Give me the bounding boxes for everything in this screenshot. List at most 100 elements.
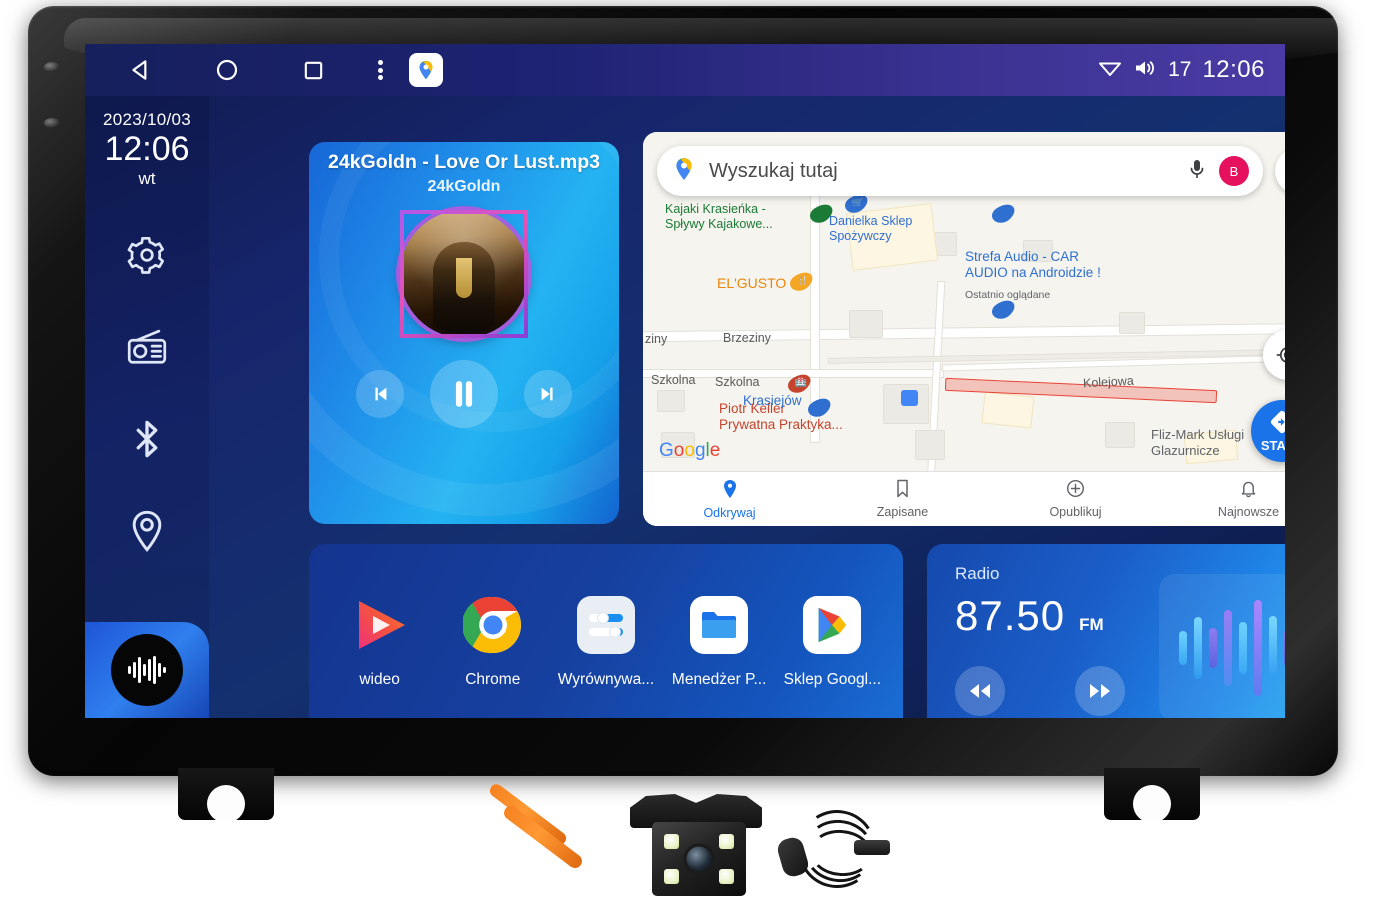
video-play-icon (348, 593, 412, 657)
album-art-chain (456, 258, 472, 298)
map-street-label: ziny (645, 332, 668, 346)
media-artist: 24kGoldn (427, 178, 501, 195)
bezel-detail (44, 118, 60, 128)
app-shortcut-play-store[interactable]: Sklep Googl... (780, 593, 884, 689)
maps-card[interactable]: 🛒 🍴 🏥 Kajaki Krasieńka - Spływy Kajakowe… (643, 132, 1285, 526)
map-building (657, 390, 685, 412)
map-building (849, 310, 883, 338)
map-poi-label: Krasiejów (743, 393, 802, 408)
left-sidebar: 2023/10/03 12:06 wt (85, 96, 209, 718)
radio-frequency: 87.50 (955, 592, 1066, 639)
bookmark-icon (895, 479, 910, 501)
app-shortcut-chrome[interactable]: Chrome (441, 593, 545, 689)
music-waveform-icon[interactable] (111, 634, 183, 706)
sidebar-date: 2023/10/03 (102, 110, 192, 129)
camera-body (652, 822, 746, 896)
map-building (915, 430, 945, 460)
map-nav-zapisane[interactable]: Zapisane (816, 479, 989, 519)
plus-circle-icon (1066, 479, 1085, 501)
skip-previous-icon[interactable] (356, 370, 404, 418)
media-controls (309, 360, 619, 428)
status-bar: 17 12:06 (85, 44, 1285, 96)
microphone-plug (854, 840, 890, 855)
radio-label: Radio (955, 564, 1000, 583)
bell-icon (1240, 479, 1257, 501)
status-clock: 12:06 (1202, 56, 1265, 83)
volume-icon (1133, 58, 1157, 83)
skip-next-icon[interactable] (524, 370, 572, 418)
map-bottom-nav: Odkrywaj Zapisane Opublikuj Najnowsze (643, 471, 1285, 526)
google-maps-icon (671, 156, 697, 187)
media-title: 24kGoldn - Love Or Lust.mp3 (328, 151, 600, 173)
sidebar-music-dock[interactable] (85, 622, 209, 718)
map-nav-najnowsze[interactable]: Najnowsze (1162, 479, 1285, 519)
bluetooth-icon[interactable] (121, 413, 173, 465)
camera-icon (608, 788, 788, 914)
sidebar-clock: 2023/10/03 12:06 wt (103, 110, 191, 189)
location-pin-icon[interactable] (121, 505, 173, 557)
media-player-card[interactable]: 24kGoldn - Love Or Lust.mp3 24kGoldn (309, 142, 619, 524)
recent-square-icon[interactable] (283, 59, 343, 82)
accessories-row (0, 781, 1376, 918)
app-label: wideo (359, 671, 400, 688)
head-unit-screen: 17 12:06 2023/10/03 12:06 wt 24kGoldn - … (85, 44, 1285, 718)
bezel-detail (44, 62, 60, 72)
app-shortcuts-card: wideo Chrome Wyrównywa... Menedżer P... … (309, 544, 903, 718)
app-shortcut-file-manager[interactable]: Menedżer P... (667, 593, 771, 689)
app-label: Wyrównywa... (557, 671, 655, 688)
map-nav-label: Odkrywaj (703, 505, 756, 520)
navigation-arrow-icon (1269, 409, 1285, 440)
app-shortcut-equalizer[interactable]: Wyrównywa... (554, 593, 658, 689)
wifi-icon (1098, 58, 1122, 83)
radio-frequency-row: 87.50 FM (955, 592, 1104, 640)
radio-icon[interactable] (121, 321, 173, 373)
map-poi-label: Strefa Audio - CAR AUDIO na Androidzie ! (965, 249, 1101, 281)
map-nav-opublikuj[interactable]: Opublikuj (989, 479, 1162, 519)
radio-controls (955, 666, 1125, 716)
fast-forward-icon[interactable] (1075, 666, 1125, 716)
pry-tool-icon (470, 781, 590, 910)
equalizer-icon (574, 593, 638, 657)
map-nav-label: Zapisane (876, 505, 929, 519)
file-manager-icon (687, 593, 751, 657)
pause-icon[interactable] (430, 360, 498, 428)
map-street-label: Szkolna (715, 375, 760, 389)
radio-band: FM (1079, 615, 1104, 634)
microphone-cable-icon (772, 792, 892, 912)
back-triangle-icon[interactable] (111, 57, 171, 83)
app-label: Chrome (465, 671, 521, 688)
play-store-icon (800, 593, 864, 657)
search-placeholder: Wyszukaj tutaj (709, 159, 838, 182)
map-poi-label: Danielka Sklep Spożywczy (829, 214, 913, 243)
map-nav-label: Opublikuj (1049, 505, 1102, 519)
home-circle-icon[interactable] (197, 58, 257, 82)
avatar[interactable]: B (1219, 156, 1249, 186)
microphone-icon[interactable] (1187, 158, 1207, 185)
gear-icon[interactable] (121, 229, 173, 281)
google-maps-icon[interactable] (409, 53, 443, 87)
map-nav-odkrywaj[interactable]: Odkrywaj (643, 479, 816, 520)
map-street-label: Szkolna (651, 373, 696, 387)
map-poi-label: EL'GUSTO (717, 275, 787, 291)
google-logo: Google (659, 440, 721, 461)
explore-pin-icon (722, 479, 738, 502)
map-pin-strefa-audio[interactable] (987, 200, 1020, 227)
chrome-icon (461, 593, 525, 657)
app-shortcut-wideo[interactable]: wideo (328, 593, 432, 689)
map-poi-sublabel: Ostatnio oglądane (965, 289, 1051, 301)
overflow-menu-icon[interactable] (363, 58, 397, 83)
sidebar-time: 12:06 (104, 130, 190, 168)
map-building (1119, 312, 1145, 334)
volume-level: 17 (1168, 58, 1192, 81)
album-art (400, 210, 528, 338)
camera-lens (683, 843, 715, 875)
rewind-icon[interactable] (955, 666, 1005, 716)
audio-waveform-icon (1159, 574, 1285, 718)
radio-card[interactable]: Radio 87.50 FM (927, 544, 1285, 718)
start-label: START (1260, 438, 1285, 453)
search-input[interactable]: Wyszukaj tutaj B (657, 146, 1263, 196)
sidebar-weekday: wt (138, 168, 156, 188)
map-poi-label: Fliz-Mark Usługi Glazurnicze (1151, 427, 1245, 458)
map-transit-icon[interactable] (901, 390, 918, 406)
map-building (1105, 422, 1135, 448)
